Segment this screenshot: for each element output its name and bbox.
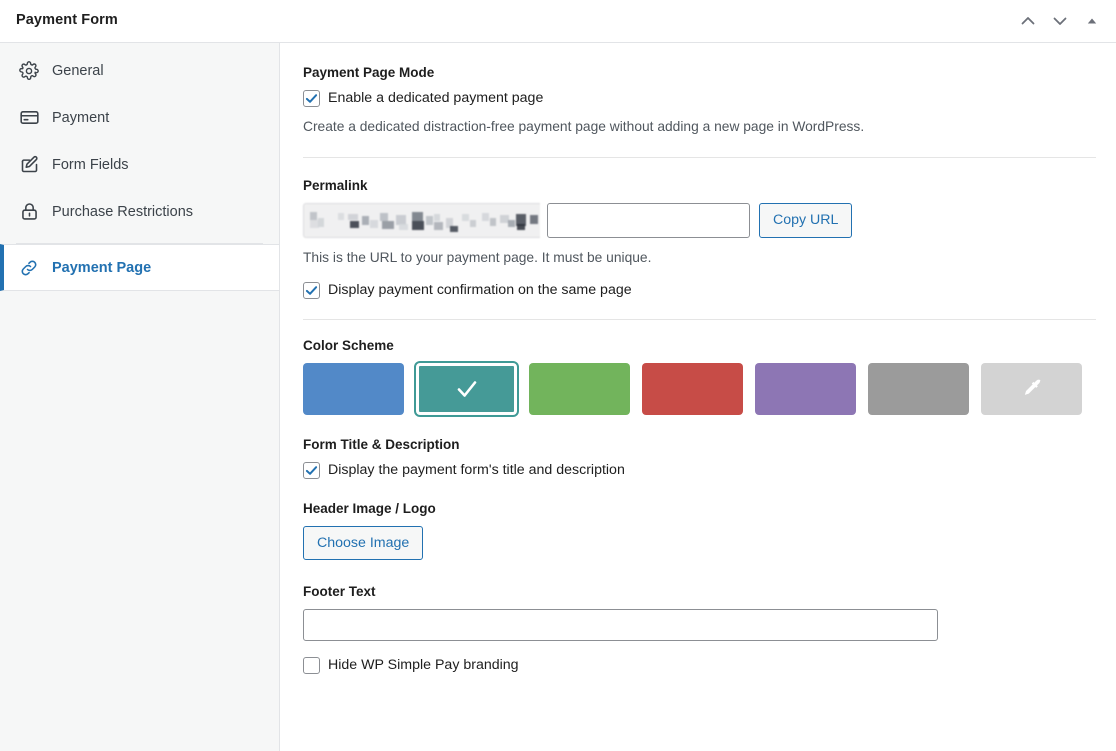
permalink-help-text: This is the URL to your payment page. It… <box>303 248 1096 268</box>
checkbox-checked[interactable] <box>303 282 320 299</box>
permalink-input[interactable] <box>547 203 750 238</box>
check-icon <box>305 464 318 477</box>
redaction-block <box>517 224 525 230</box>
check-icon <box>305 92 318 105</box>
color-swatch-custom[interactable] <box>981 363 1082 415</box>
titlebar-actions <box>1012 0 1108 42</box>
color-swatch-teal[interactable] <box>416 363 517 415</box>
triangle-up-icon <box>1084 13 1100 29</box>
link-icon <box>18 257 40 279</box>
redaction-block <box>380 213 388 221</box>
redaction-block <box>412 221 424 230</box>
hide-branding-checkbox-row[interactable]: Hide WP Simple Pay branding <box>303 657 1096 674</box>
sidebar-item-payment-page[interactable]: Payment Page <box>0 244 279 291</box>
section-heading: Form Title & Description <box>303 437 1096 452</box>
copy-url-button[interactable]: Copy URL <box>759 203 852 238</box>
permalink-prefix-redacted <box>303 203 540 238</box>
section-heading: Permalink <box>303 178 1096 193</box>
section-form-title-description: Form Title & Description Display the pay… <box>303 437 1096 479</box>
redaction-block <box>350 221 359 228</box>
chevron-down-icon <box>1050 11 1070 31</box>
eyedropper-icon <box>1019 376 1045 402</box>
sidebar-item-form-fields[interactable]: Form Fields <box>0 141 279 188</box>
permalink-row: Copy URL <box>303 203 1096 238</box>
color-swatch-purple[interactable] <box>755 363 856 415</box>
section-heading: Payment Page Mode <box>303 65 1096 80</box>
checkbox-checked[interactable] <box>303 462 320 479</box>
redaction-block <box>348 214 358 220</box>
sidebar-item-label: Payment Page <box>52 260 151 276</box>
gear-icon <box>18 60 40 82</box>
section-heading: Color Scheme <box>303 338 1096 353</box>
redaction-block <box>426 216 433 225</box>
redaction-block <box>482 213 489 221</box>
color-swatch-green[interactable] <box>529 363 630 415</box>
page-title: Payment Form <box>16 12 118 28</box>
panel-titlebar: Payment Form <box>0 0 1116 43</box>
redaction-block <box>310 212 317 220</box>
color-swatch-gray[interactable] <box>868 363 969 415</box>
redaction-block <box>370 220 378 228</box>
chevron-up-icon <box>1018 11 1038 31</box>
settings-sidebar: General Payment Form Fields <box>0 43 280 751</box>
sidebar-item-purchase-restrictions[interactable]: Purchase Restrictions <box>0 188 279 235</box>
redaction-block <box>362 216 369 225</box>
sidebar-item-label: Form Fields <box>52 157 129 173</box>
redaction-block <box>462 214 469 221</box>
redaction-block <box>490 218 496 226</box>
section-divider <box>303 157 1096 158</box>
checkbox-label: Display the payment form's title and des… <box>328 463 625 477</box>
redaction-block <box>508 220 515 227</box>
edit-square-icon <box>18 154 40 176</box>
redaction-block <box>434 214 440 221</box>
checkbox-label: Hide WP Simple Pay branding <box>328 658 519 672</box>
redaction-block <box>450 226 458 232</box>
redaction-block <box>318 218 324 227</box>
sidebar-item-label: Payment <box>52 110 109 126</box>
display-form-title-checkbox-row[interactable]: Display the payment form's title and des… <box>303 462 1096 479</box>
redaction-block <box>399 224 408 230</box>
copy-url-wrap: Copy URL <box>759 203 852 238</box>
section-divider <box>303 319 1096 320</box>
section-color-scheme: Color Scheme <box>303 338 1096 415</box>
move-down-button[interactable] <box>1044 5 1076 37</box>
move-up-button[interactable] <box>1012 5 1044 37</box>
check-icon <box>452 374 482 404</box>
lock-icon <box>18 201 40 223</box>
redaction-block <box>470 220 476 227</box>
display-confirmation-checkbox-row[interactable]: Display payment confirmation on the same… <box>303 282 1096 299</box>
credit-card-icon <box>18 107 40 129</box>
section-heading: Footer Text <box>303 584 1096 599</box>
choose-image-button[interactable]: Choose Image <box>303 526 423 560</box>
checkbox-label: Display payment confirmation on the same… <box>328 283 632 297</box>
color-swatch-list <box>303 363 1096 415</box>
redaction-block <box>338 213 344 220</box>
section-footer-text: Footer Text Hide WP Simple Pay branding <box>303 584 1096 674</box>
redaction-block <box>434 222 443 230</box>
sidebar-item-label: General <box>52 63 104 79</box>
settings-main-panel: Payment Page Mode Enable a dedicated pay… <box>281 43 1116 751</box>
section-header-image: Header Image / Logo Choose Image <box>303 501 1096 560</box>
page-mode-help-text: Create a dedicated distraction-free paym… <box>303 117 1096 137</box>
checkbox-label: Enable a dedicated payment page <box>328 91 543 105</box>
redaction-block <box>530 215 538 224</box>
collapse-panel-button[interactable] <box>1076 5 1108 37</box>
check-icon <box>305 284 318 297</box>
checkbox-checked[interactable] <box>303 90 320 107</box>
footer-text-input[interactable] <box>303 609 938 641</box>
sidebar-nav-group: General Payment Form Fields <box>0 43 279 245</box>
color-swatch-blue[interactable] <box>303 363 404 415</box>
sidebar-item-general[interactable]: General <box>0 47 279 94</box>
sidebar-item-label: Purchase Restrictions <box>52 204 193 220</box>
section-heading: Header Image / Logo <box>303 501 1096 516</box>
color-swatch-red[interactable] <box>642 363 743 415</box>
redaction-block <box>382 221 394 229</box>
redaction-block <box>412 212 423 221</box>
sidebar-item-payment[interactable]: Payment <box>0 94 279 141</box>
section-payment-page-mode: Payment Page Mode Enable a dedicated pay… <box>303 65 1096 137</box>
enable-dedicated-page-checkbox-row[interactable]: Enable a dedicated payment page <box>303 90 1096 107</box>
section-permalink: Permalink Copy URL This is the URL to yo… <box>303 178 1096 299</box>
checkbox-unchecked[interactable] <box>303 657 320 674</box>
